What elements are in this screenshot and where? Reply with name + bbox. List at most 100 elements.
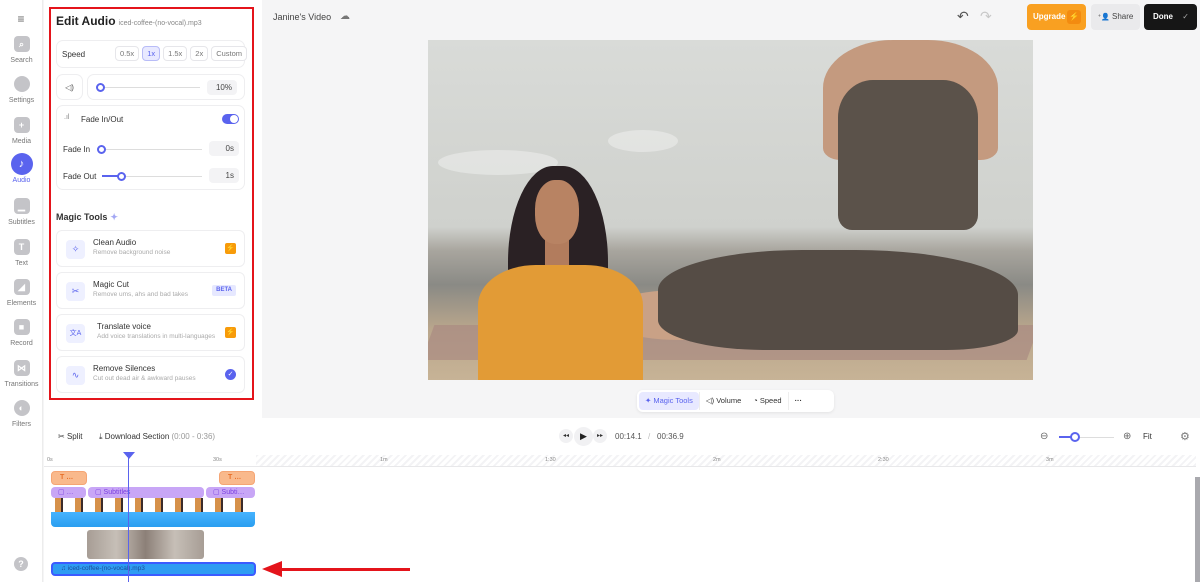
- elements-icon: ◢: [13, 279, 30, 295]
- highlight-annotation-box: [49, 7, 254, 400]
- sidebar-item-label: Search: [10, 57, 33, 64]
- sidebar-item-elements[interactable]: ◢ Elements: [0, 279, 43, 307]
- download-icon: ⤓: [99, 432, 103, 441]
- sidebar-item-label: Media: [11, 138, 32, 145]
- background-video-clip[interactable]: [87, 530, 204, 559]
- sidebar-item-settings[interactable]: Settings: [0, 76, 43, 104]
- text-clip[interactable]: T …: [219, 471, 255, 485]
- search-icon: ⌕: [13, 36, 30, 52]
- plus-icon: +: [13, 117, 30, 133]
- transitions-icon: ⋈: [13, 360, 30, 376]
- magic-tools-button[interactable]: ✦ Magic Tools: [639, 392, 699, 410]
- ruler-tick: 30s: [213, 457, 222, 463]
- sidebar-item-label: Record: [10, 340, 33, 347]
- sidebar-item-label: Subtitles: [8, 219, 35, 226]
- ruler-tick: 3m: [1046, 457, 1054, 463]
- current-time: 00:14.1: [615, 432, 642, 441]
- ruler-tick: 1m: [380, 457, 388, 463]
- filters-icon: ◐: [13, 400, 30, 416]
- annotation-arrow-line: [280, 568, 410, 571]
- add-person-icon: ⁺👤: [1097, 14, 1112, 21]
- time-separator: /: [648, 432, 651, 441]
- done-button[interactable]: Done ✓: [1144, 4, 1197, 30]
- download-section-button[interactable]: ⤓ Download Section (0:00 - 0:36): [99, 432, 215, 442]
- timeline-scrollbar[interactable]: [1195, 477, 1200, 582]
- bolt-icon: ⚡: [1067, 10, 1081, 24]
- cloud-saved-icon: ☁: [340, 11, 350, 22]
- play-button[interactable]: ▶: [574, 427, 593, 446]
- zoom-in-icon[interactable]: ⊕: [1123, 431, 1131, 442]
- ruler-tick: 1:30: [545, 457, 556, 463]
- presenter-shirt: [478, 265, 643, 380]
- done-label: Done: [1153, 12, 1173, 21]
- subtitle-clip[interactable]: ▢ …: [51, 487, 86, 498]
- sidebar-item-media[interactable]: + Media: [0, 117, 43, 145]
- playhead-line[interactable]: [128, 456, 129, 582]
- total-time: 00:36.9: [657, 432, 684, 441]
- sidebar-item-audio[interactable]: ♪ Audio: [0, 153, 43, 184]
- sidebar-item-subtitles[interactable]: ▁ Subtitles: [0, 198, 43, 226]
- check-icon: ✓: [1182, 12, 1189, 21]
- upgrade-button[interactable]: Upgrade ⚡: [1027, 4, 1086, 30]
- sidebar-item-label: Elements: [6, 300, 37, 307]
- share-button[interactable]: ⁺👤 Share: [1091, 4, 1140, 30]
- audio-clip[interactable]: ♫ iced-coffee-(no-vocal).mp3: [51, 562, 256, 576]
- playhead-handle[interactable]: [123, 452, 135, 459]
- upgrade-label: Upgrade: [1033, 12, 1066, 21]
- scissors-icon: ✂: [58, 432, 65, 441]
- speedometer-icon: ◔: [753, 396, 758, 405]
- presenter-face: [535, 180, 579, 244]
- video-preview[interactable]: [428, 40, 1033, 380]
- subtitle-clip[interactable]: ▢ Subtitles: [88, 487, 204, 498]
- volume-label: Volume: [716, 396, 742, 405]
- share-label: Share: [1112, 12, 1134, 21]
- split-button[interactable]: ✂ Split: [58, 432, 83, 441]
- ruler-content-area: [44, 455, 256, 467]
- video-audio-waveform[interactable]: [51, 512, 255, 527]
- text-clip[interactable]: T …: [51, 471, 87, 485]
- sidebar-item-label: Transitions: [4, 381, 39, 388]
- annotation-arrow-head: [262, 561, 282, 577]
- sidebar-item-transitions[interactable]: ⋈ Transitions: [0, 360, 43, 388]
- yoga-woman-top: [838, 80, 978, 230]
- sidebar-item-text[interactable]: T Text: [0, 239, 43, 267]
- sidebar-item-filters[interactable]: ◐ Filters: [0, 400, 43, 428]
- help-icon[interactable]: ?: [14, 557, 28, 571]
- fit-button[interactable]: Fit: [1143, 432, 1152, 441]
- download-range: (0:00 - 0:36): [171, 432, 216, 441]
- music-note-icon: ♪: [10, 153, 33, 175]
- download-label: Download Section: [104, 432, 170, 441]
- magic-tools-label: Magic Tools: [653, 396, 693, 405]
- sidebar-item-label: Filters: [11, 421, 32, 428]
- redo-icon[interactable]: ↷: [980, 8, 992, 25]
- cloud-shape: [608, 130, 678, 152]
- ruler-tick: 0s: [47, 457, 53, 463]
- subtitles-icon: ▁: [13, 198, 30, 214]
- undo-icon[interactable]: ↶: [957, 8, 969, 25]
- ruler-tick: 2m: [713, 457, 721, 463]
- project-title[interactable]: Janine's Video: [273, 12, 331, 22]
- video-thumbnail-strip[interactable]: [51, 498, 255, 512]
- forward-button[interactable]: ▸▸: [593, 429, 607, 443]
- timeline-settings-icon[interactable]: ⚙: [1180, 430, 1190, 443]
- more-options-button[interactable]: ···: [789, 392, 809, 410]
- rewind-button[interactable]: ◂◂: [559, 429, 573, 443]
- speed-label: Speed: [759, 396, 782, 405]
- text-icon: T: [13, 239, 30, 255]
- gear-icon: [13, 76, 30, 92]
- sidebar-item-label: Text: [15, 260, 28, 267]
- zoom-out-icon[interactable]: ⊖: [1040, 431, 1048, 442]
- volume-button[interactable]: ◁) Volume: [700, 392, 747, 410]
- yoga-woman-shorts: [658, 250, 1018, 350]
- left-sidebar: ≡ ⌕ Search Settings + Media ♪ Audio ▁ Su…: [0, 0, 43, 582]
- ruler-tick: 2:30: [878, 457, 889, 463]
- record-icon: ■: [13, 319, 30, 335]
- subtitle-clip[interactable]: ▢ Subti…: [206, 487, 255, 498]
- speed-button[interactable]: ◔ Speed: [747, 392, 787, 410]
- hamburger-menu-icon[interactable]: ≡: [15, 12, 27, 26]
- zoom-slider-knob[interactable]: [1070, 432, 1080, 442]
- sidebar-item-record[interactable]: ■ Record: [0, 319, 43, 347]
- split-label: Split: [66, 432, 83, 441]
- sidebar-item-label: Settings: [8, 97, 35, 104]
- sidebar-item-search[interactable]: ⌕ Search: [0, 36, 43, 64]
